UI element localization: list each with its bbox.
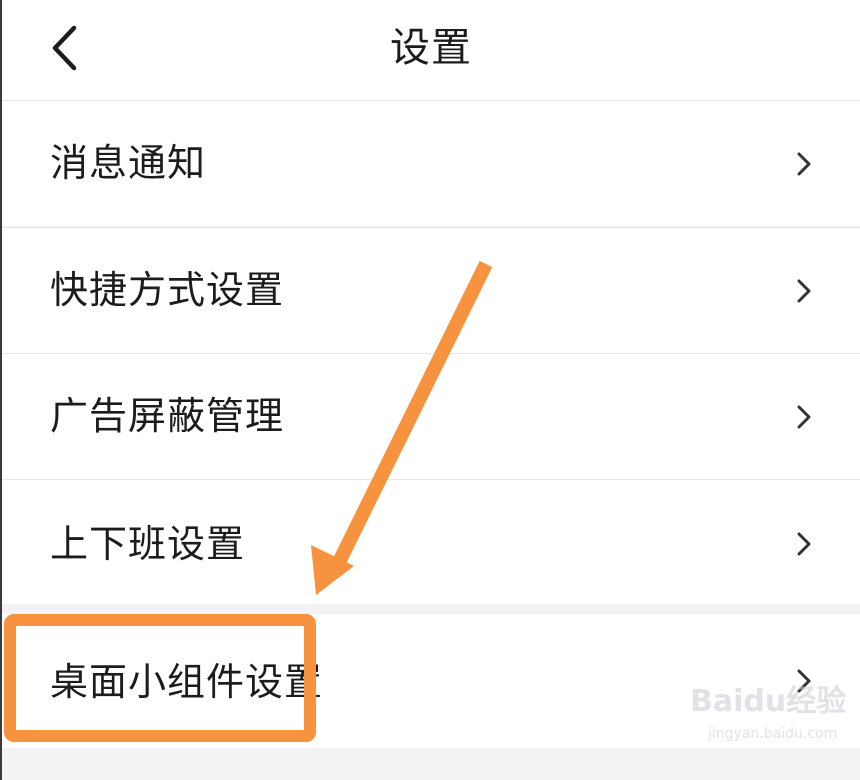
chevron-right-icon <box>797 152 811 176</box>
baidu-watermark: Baidu经验 jingyan.baidu.com <box>690 676 850 756</box>
watermark-logo: Baidu经验 <box>690 684 847 719</box>
chevron-right-icon <box>797 405 811 429</box>
settings-screen: 设置 消息通知 快捷方式设置 广告屏蔽管理 上下班设置 桌面小组件设置 Baid… <box>0 0 860 780</box>
settings-item-shortcuts[interactable]: 快捷方式设置 <box>2 228 860 353</box>
settings-item-label: 消息通知 <box>50 141 207 185</box>
screen-edge <box>0 0 2 780</box>
watermark-url: jingyan.baidu.com <box>708 726 838 742</box>
settings-item-label: 上下班设置 <box>50 522 246 566</box>
page-title: 设置 <box>390 25 472 71</box>
settings-item-label: 快捷方式设置 <box>50 268 285 312</box>
settings-item-label: 广告屏蔽管理 <box>50 394 285 438</box>
settings-item-notifications[interactable]: 消息通知 <box>2 101 860 226</box>
chevron-right-icon <box>797 279 811 303</box>
settings-item-commute[interactable]: 上下班设置 <box>2 480 860 604</box>
settings-item-ad-blocking[interactable]: 广告屏蔽管理 <box>2 354 860 479</box>
nav-bar: 设置 <box>2 0 860 100</box>
chevron-right-icon <box>797 532 811 556</box>
settings-item-label: 桌面小组件设置 <box>50 660 324 704</box>
